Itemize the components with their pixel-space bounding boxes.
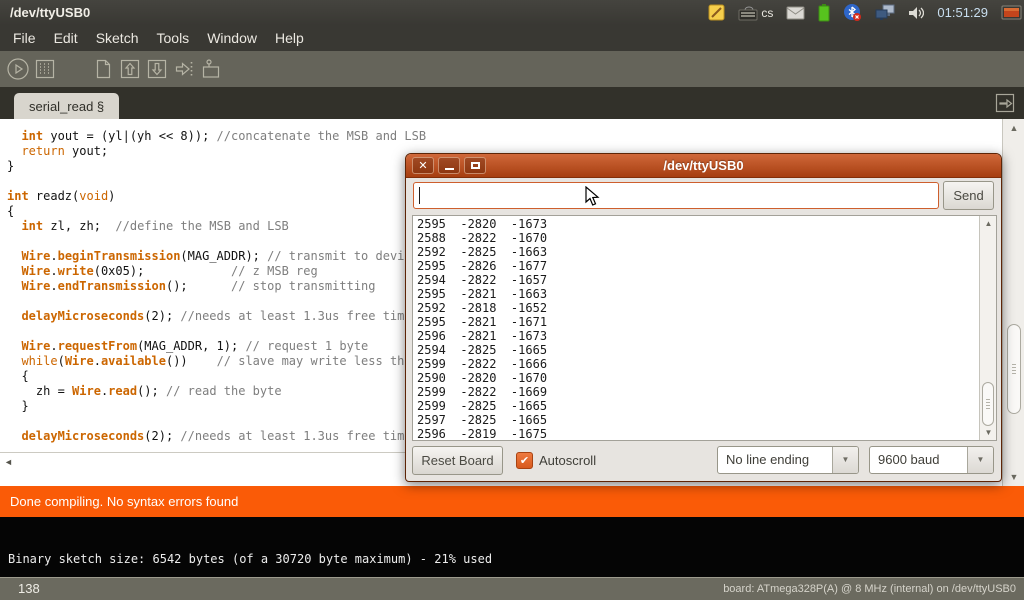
serial-line: 2592 -2818 -1652 (417, 301, 978, 315)
serial-monitor-icon[interactable] (197, 56, 224, 83)
send-button[interactable]: Send (943, 181, 994, 210)
serial-lines: 2595 -2820 -16732588 -2822 -16702592 -28… (413, 217, 978, 441)
board-info: board: ATmega328P(A) @ 8 MHz (internal) … (723, 583, 1016, 595)
serial-input[interactable] (413, 182, 939, 209)
mouse-cursor (584, 186, 604, 213)
serial-monitor-window: /dev/ttyUSB0 ✕ Send 2595 -2820 -16732588… (405, 153, 1002, 482)
scroll-down-icon[interactable]: ▼ (1003, 472, 1024, 482)
text-caret (419, 187, 420, 204)
serial-window-titlebar[interactable]: /dev/ttyUSB0 ✕ (406, 154, 1001, 178)
save-icon[interactable] (143, 56, 170, 83)
reset-board-button[interactable]: Reset Board (412, 446, 503, 475)
tab-menu-icon[interactable] (994, 92, 1016, 114)
new-sketch-icon[interactable] (89, 56, 116, 83)
keyboard-layout-label: cs (761, 6, 773, 20)
stop-icon[interactable] (31, 56, 58, 83)
editor-scrollbar-thumb[interactable] (1007, 324, 1021, 414)
serial-line: 2592 -2825 -1663 (417, 245, 978, 259)
window-title: /dev/ttyUSB0 (10, 0, 90, 25)
chevron-down-icon[interactable]: ▼ (967, 447, 993, 473)
session-icon[interactable] (1001, 4, 1022, 22)
serial-scrollbar[interactable]: ▲ ▼ (979, 216, 996, 440)
upload-icon[interactable] (170, 56, 197, 83)
autoscroll-label: Autoscroll (539, 453, 596, 468)
minimize-icon[interactable] (438, 157, 460, 174)
chevron-down-icon[interactable]: ▼ (832, 447, 858, 473)
serial-line: 2596 -2819 -1675 (417, 427, 978, 441)
tabbar: serial_read § (0, 87, 1024, 119)
screen: /dev/ttyUSB0 cs 01:5 (0, 0, 1024, 600)
menu-edit[interactable]: Edit (45, 25, 87, 51)
line-ending-value: No line ending (718, 447, 832, 473)
scroll-down-icon[interactable]: ▼ (980, 428, 997, 437)
menu-file[interactable]: File (4, 25, 45, 51)
tab-serial-read[interactable]: serial_read § (14, 93, 119, 119)
autoscroll-checkbox[interactable]: ✔ (516, 452, 533, 469)
close-icon[interactable]: ✕ (412, 157, 434, 174)
mail-icon[interactable] (786, 6, 805, 20)
baud-rate-select[interactable]: 9600 baud ▼ (869, 446, 994, 474)
maximize-icon[interactable] (464, 157, 486, 174)
menu-window[interactable]: Window (198, 25, 266, 51)
serial-line: 2595 -2821 -1663 (417, 287, 978, 301)
editor-scrollbar[interactable]: ▲ ▼ (1002, 119, 1024, 486)
footer-statusbar: 138 board: ATmega328P(A) @ 8 MHz (intern… (0, 577, 1024, 600)
serial-line: 2599 -2822 -1669 (417, 385, 978, 399)
clock[interactable]: 01:51:29 (937, 5, 988, 20)
baud-rate-value: 9600 baud (870, 447, 967, 473)
serial-line: 2595 -2820 -1673 (417, 217, 978, 231)
serial-line: 2597 -2825 -1665 (417, 413, 978, 427)
serial-line: 2590 -2820 -1670 (417, 371, 978, 385)
serial-line: 2599 -2822 -1666 (417, 357, 978, 371)
verify-icon[interactable] (4, 56, 31, 83)
serial-line: 2594 -2825 -1665 (417, 343, 978, 357)
line-number: 138 (18, 581, 40, 596)
window-titlebar: /dev/ttyUSB0 cs 01:5 (0, 0, 1024, 25)
serial-scrollbar-thumb[interactable] (982, 382, 994, 426)
console-output: Binary sketch size: 6542 bytes (of a 307… (8, 552, 492, 566)
serial-line: 2595 -2826 -1677 (417, 259, 978, 273)
scroll-up-icon[interactable]: ▲ (1003, 123, 1024, 133)
network-icon[interactable] (875, 4, 895, 21)
keyboard-indicator[interactable]: cs (738, 4, 773, 21)
hscroll-left-arrow-icon[interactable]: ◄ (4, 457, 13, 467)
serial-line: 2588 -2822 -1670 (417, 231, 978, 245)
code-line: int yout = (yl|(yh << 8)); //concatenate… (7, 129, 1000, 144)
battery-icon[interactable] (818, 3, 830, 22)
open-icon[interactable] (116, 56, 143, 83)
menu-tools[interactable]: Tools (148, 25, 199, 51)
system-tray: cs 01:51:29 (708, 0, 1022, 25)
console: Binary sketch size: 6542 bytes (of a 307… (0, 517, 1024, 577)
serial-output[interactable]: 2595 -2820 -16732588 -2822 -16702592 -28… (412, 215, 997, 441)
menu-sketch[interactable]: Sketch (87, 25, 148, 51)
bluetooth-icon[interactable] (843, 3, 862, 22)
line-ending-select[interactable]: No line ending ▼ (717, 446, 859, 474)
volume-icon[interactable] (908, 5, 924, 21)
serial-line: 2596 -2821 -1673 (417, 329, 978, 343)
notes-icon[interactable] (708, 4, 725, 21)
serial-line: 2599 -2825 -1665 (417, 399, 978, 413)
serial-window-title: /dev/ttyUSB0 (406, 154, 1001, 178)
compile-status-bar: Done compiling. No syntax errors found (0, 486, 1024, 517)
serial-line: 2594 -2822 -1657 (417, 273, 978, 287)
compile-status-text: Done compiling. No syntax errors found (10, 494, 238, 509)
menubar: File Edit Sketch Tools Window Help (0, 25, 1024, 51)
toolbar (0, 51, 1024, 87)
serial-line: 2595 -2821 -1671 (417, 315, 978, 329)
menu-help[interactable]: Help (266, 25, 313, 51)
scroll-up-icon[interactable]: ▲ (980, 219, 997, 228)
